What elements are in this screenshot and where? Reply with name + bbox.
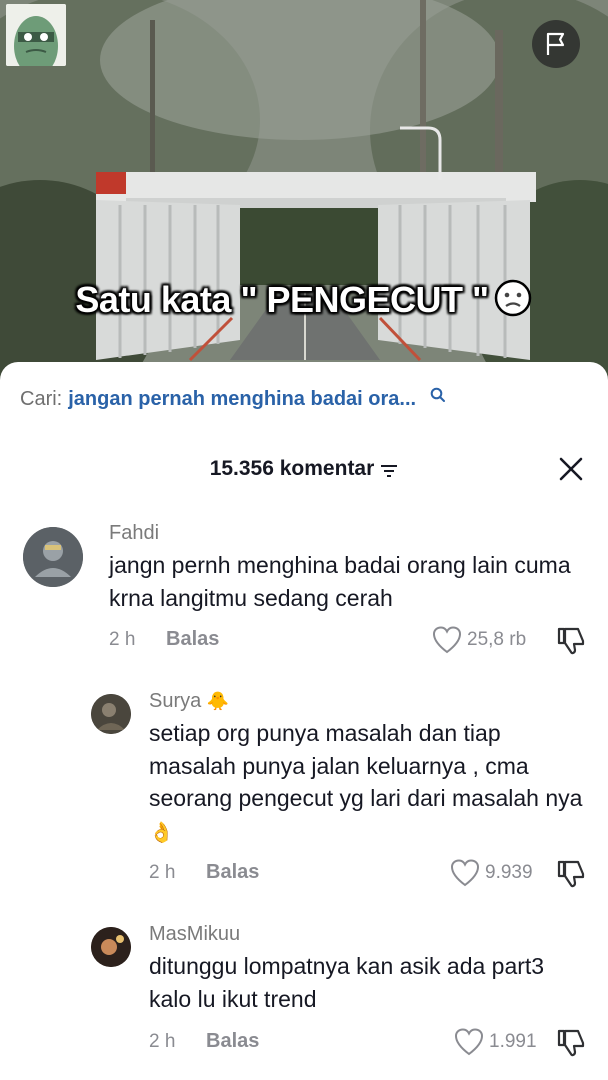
flag-icon	[546, 32, 565, 55]
creator-avatar-icon	[6, 4, 66, 66]
report-flag-button[interactable]	[532, 20, 580, 68]
avatar-icon	[23, 527, 83, 587]
avatar[interactable]	[91, 927, 131, 967]
comments-header: 15.356 komentar	[0, 454, 608, 484]
like-count: 9.939	[485, 862, 533, 883]
search-query-link[interactable]: jangan pernah menghina badai ora...	[68, 388, 416, 411]
comment-time: 2 h	[149, 862, 176, 883]
reply-button[interactable]: Balas	[166, 628, 219, 651]
avatar-icon	[91, 927, 131, 967]
avatar[interactable]	[91, 694, 131, 734]
username-text: Surya	[149, 690, 202, 712]
comment-username[interactable]: MasMikuu	[149, 923, 240, 946]
video-caption: Satu kata " PENGECUT "	[0, 278, 608, 327]
sort-icon[interactable]	[380, 464, 398, 478]
reply-button[interactable]: Balas	[206, 1030, 259, 1053]
like-button[interactable]: 9.939	[450, 859, 533, 887]
avatar[interactable]	[23, 527, 83, 587]
dislike-icon[interactable]	[556, 859, 586, 889]
comment-time: 2 h	[149, 1031, 176, 1052]
like-count: 25,8 rb	[467, 629, 527, 650]
comment-text: jangn pernh menghina badai orang lain cu…	[109, 552, 571, 611]
avatar-icon	[91, 694, 131, 734]
like-count: 1.991	[489, 1031, 537, 1052]
reply-button[interactable]: Balas	[206, 861, 259, 884]
like-button[interactable]: 25,8 rb	[432, 626, 526, 654]
heart-icon	[450, 859, 480, 887]
comments-sheet: Cari: jangan pernah menghina badai ora..…	[0, 362, 608, 1080]
dislike-icon[interactable]	[556, 1028, 586, 1058]
comment-username[interactable]: Surya 🐥	[149, 690, 229, 713]
comment-time: 2 h	[109, 629, 136, 650]
video-frame-bridge	[0, 0, 608, 400]
creator-avatar[interactable]	[6, 4, 66, 66]
search-icon	[430, 387, 446, 402]
search-suggestion[interactable]: Cari: jangan pernah menghina badai ora..…	[20, 387, 446, 411]
close-icon[interactable]	[558, 456, 584, 482]
confused-face-icon	[493, 278, 533, 327]
comment-count: 15.356 komentar	[209, 457, 375, 480]
chick-emoji: 🐥	[206, 691, 230, 711]
heart-icon	[432, 626, 462, 654]
comment-text: ditunggu lompatnya kan asik ada part3 ka…	[149, 953, 545, 1012]
ok-hand-emoji: 👌	[149, 821, 174, 844]
comment-text-body: setiap org punya masalah dan tiap masala…	[149, 720, 583, 811]
caption-text: Satu kata " PENGECUT "	[75, 279, 489, 321]
heart-icon	[454, 1028, 484, 1056]
search-prefix: Cari:	[20, 388, 63, 410]
comment-username[interactable]: Fahdi	[109, 522, 159, 545]
comment-text: setiap org punya masalah dan tiap masala…	[149, 717, 589, 849]
like-button[interactable]: 1.991	[454, 1028, 537, 1056]
video-player[interactable]: Satu kata " PENGECUT "	[0, 0, 608, 400]
dislike-icon[interactable]	[556, 626, 586, 656]
